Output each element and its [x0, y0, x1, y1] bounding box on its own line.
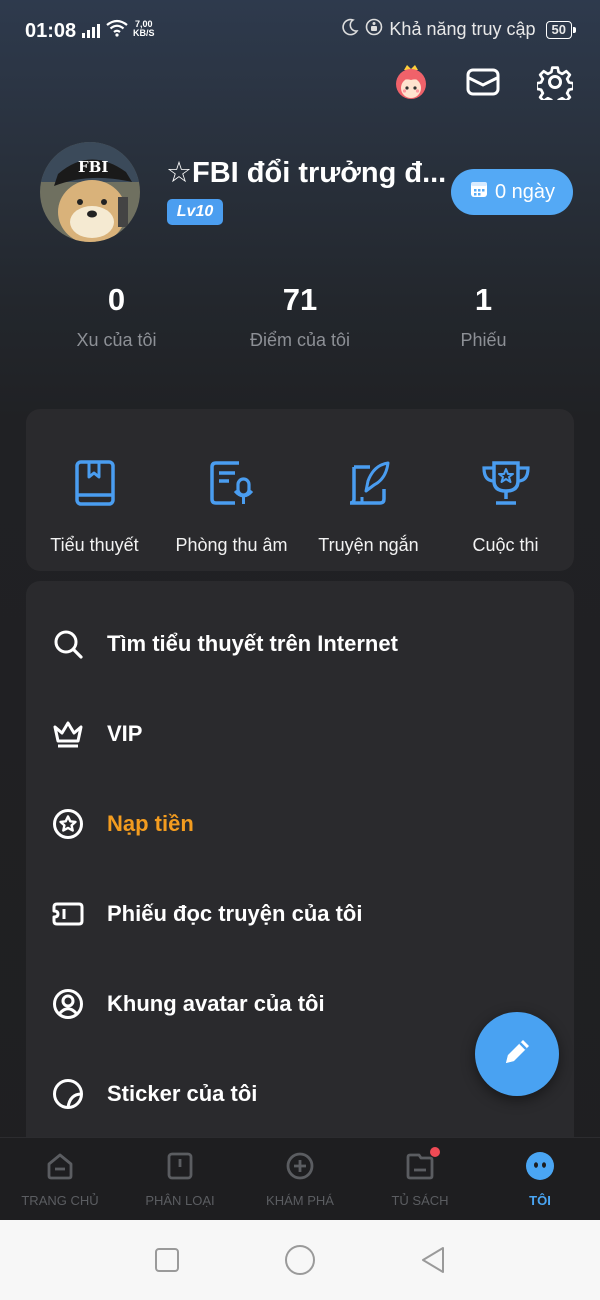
- stat-value: 0: [107, 282, 126, 317]
- ticket-icon: [52, 898, 84, 930]
- menu-reading-tickets[interactable]: Phiếu đọc truyện của tôi: [26, 869, 574, 959]
- search-icon: [52, 628, 84, 660]
- tab-explore[interactable]: KHÁM PHÁ: [240, 1138, 360, 1220]
- mail-icon[interactable]: [463, 62, 503, 102]
- notification-badge: [430, 1147, 440, 1157]
- menu-label: VIP: [107, 721, 143, 746]
- tab-category[interactable]: PHÂN LOẠI: [120, 1138, 240, 1220]
- back-button[interactable]: [413, 1240, 453, 1280]
- menu-label: Tìm tiểu thuyết trên Internet: [107, 631, 398, 656]
- stats-row: 0 Xu của tôi 71 Điểm của tôi 1 Phiếu: [25, 282, 575, 351]
- features-card: Tiểu thuyết Phòng thu âm Truyện ngắn Cuộ…: [26, 409, 574, 571]
- menu-label: Khung avatar của tôi: [107, 991, 325, 1016]
- star-circle-icon: [52, 808, 84, 840]
- avatar[interactable]: FBI: [40, 142, 140, 242]
- recents-button[interactable]: [147, 1240, 187, 1280]
- stat-points[interactable]: 71 Điểm của tôi: [209, 282, 392, 351]
- network-speed: 7,00 KB/S: [133, 20, 155, 38]
- menu-vip[interactable]: VIP: [26, 689, 574, 779]
- menu-topup[interactable]: Nạp tiền: [26, 779, 574, 869]
- network-speed-unit: KB/S: [133, 28, 155, 38]
- stat-tickets[interactable]: 1 Phiếu: [392, 282, 575, 351]
- stat-value: 71: [282, 282, 318, 317]
- quill-icon: [346, 457, 392, 509]
- feature-short-story[interactable]: Truyện ngắn: [300, 409, 437, 571]
- top-actions: [391, 62, 575, 102]
- signal-icon: [82, 22, 100, 38]
- feature-contest[interactable]: Cuộc thi: [437, 409, 574, 571]
- feature-label: Cuộc thi: [472, 535, 539, 555]
- stat-label: Điểm của tôi: [249, 330, 351, 350]
- system-nav-bar: [0, 1220, 600, 1300]
- book-icon: [74, 457, 116, 509]
- pencil-icon: [500, 1035, 534, 1074]
- bottom-tab-bar: TRANG CHỦ PHÂN LOẠI KHÁM PHÁ TỦ SÁCH TÔI: [0, 1137, 600, 1220]
- wifi-icon: [106, 19, 128, 42]
- menu-search-internet[interactable]: Tìm tiểu thuyết trên Internet: [26, 599, 574, 689]
- bookshelf-icon: [405, 1147, 440, 1181]
- status-right: Khả năng truy cập 50: [341, 18, 577, 41]
- checkin-button[interactable]: 0 ngày: [451, 169, 573, 215]
- stat-value: 1: [474, 282, 493, 317]
- accessibility-label: Khả năng truy cập: [389, 19, 536, 39]
- category-icon: [165, 1151, 195, 1181]
- settings-gear-icon[interactable]: [535, 62, 575, 102]
- checkin-label: 0 ngày: [494, 180, 556, 203]
- status-bar: 01:08 7,00 KB/S Khả năng truy cập 50: [0, 0, 600, 62]
- explore-icon: [285, 1151, 315, 1181]
- me-icon: [525, 1151, 555, 1181]
- feature-novel[interactable]: Tiểu thuyết: [26, 409, 163, 571]
- feature-label: Truyện ngắn: [318, 535, 419, 555]
- stat-label: Xu của tôi: [76, 330, 157, 350]
- tab-label: TRANG CHỦ: [21, 1193, 99, 1208]
- menu-label: Nạp tiền: [107, 811, 194, 836]
- feature-label: Phòng thu âm: [175, 535, 288, 555]
- home-button[interactable]: [280, 1240, 320, 1280]
- tab-me[interactable]: TÔI: [480, 1138, 600, 1220]
- status-time: 01:08: [25, 20, 77, 42]
- menu-label: Phiếu đọc truyện của tôi: [107, 901, 363, 926]
- mascot-icon[interactable]: [391, 62, 431, 102]
- recording-icon: [209, 457, 255, 509]
- tab-label: KHÁM PHÁ: [266, 1193, 334, 1208]
- svg-text:FBI: FBI: [78, 158, 108, 176]
- sticker-icon: [52, 1078, 84, 1110]
- calendar-icon: [469, 179, 489, 205]
- crown-icon: [52, 718, 84, 750]
- tab-label: TỦ SÁCH: [391, 1193, 449, 1208]
- tab-home[interactable]: TRANG CHỦ: [0, 1138, 120, 1220]
- write-fab-button[interactable]: [475, 1012, 559, 1096]
- app-screen: 01:08 7,00 KB/S Khả năng truy cập 50 FBI…: [0, 0, 600, 1220]
- stat-coins[interactable]: 0 Xu của tôi: [25, 282, 208, 351]
- battery-indicator: 50: [545, 20, 577, 39]
- feature-recording[interactable]: Phòng thu âm: [163, 409, 300, 571]
- tab-label: PHÂN LOẠI: [145, 1193, 215, 1208]
- tab-bookshelf[interactable]: TỦ SÁCH: [360, 1138, 480, 1220]
- tab-label: TÔI: [529, 1193, 551, 1208]
- accessibility-icon: [365, 18, 383, 41]
- username: ☆FBI đổi trưởng đ...: [166, 157, 447, 189]
- feature-label: Tiểu thuyết: [50, 535, 139, 555]
- home-icon: [45, 1151, 75, 1181]
- menu-label: Sticker của tôi: [107, 1081, 258, 1106]
- level-badge: Lv10: [167, 199, 223, 225]
- moon-icon: [341, 18, 359, 41]
- avatar-frame-icon: [52, 988, 84, 1020]
- trophy-icon: [480, 457, 532, 509]
- stat-label: Phiếu: [460, 330, 507, 350]
